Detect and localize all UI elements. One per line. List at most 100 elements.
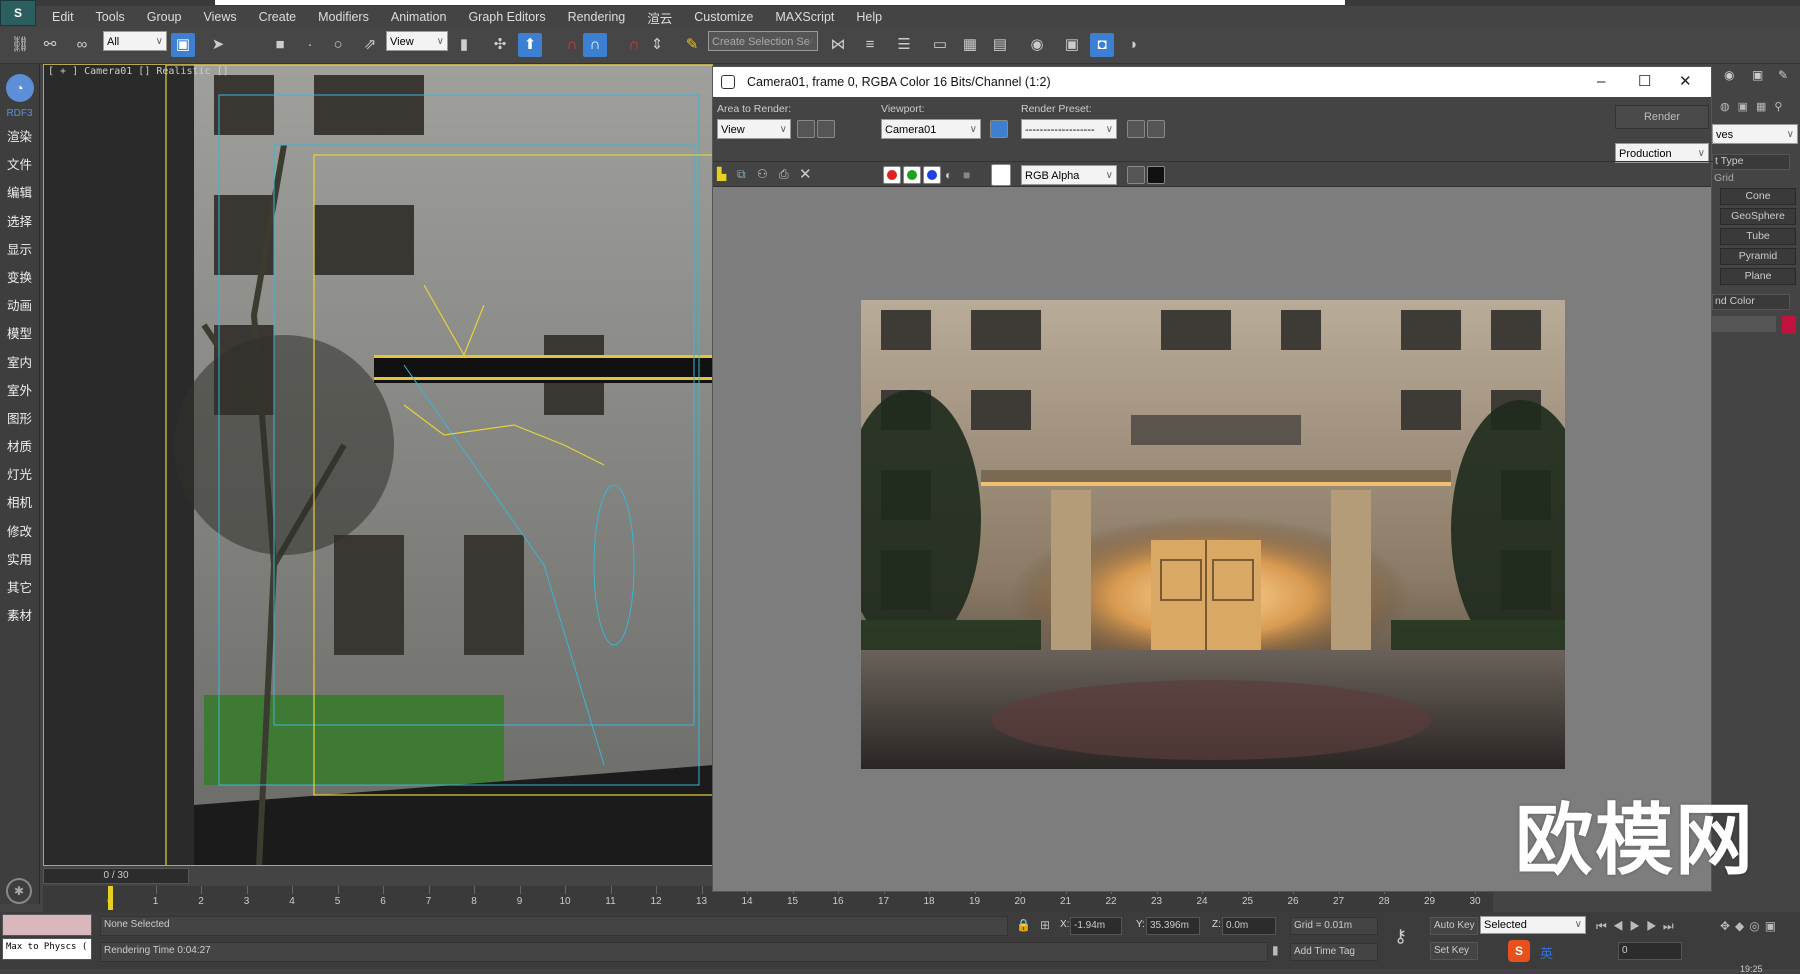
current-frame-field[interactable]: 0 <box>1618 942 1682 960</box>
monochrome-icon[interactable]: ■ <box>963 168 970 182</box>
add-time-tag-button[interactable]: Add Time Tag <box>1290 943 1378 961</box>
menu-group[interactable]: Group <box>147 10 182 24</box>
toggle-ribbon-icon[interactable]: ▭ <box>928 33 952 57</box>
plugin-logo-icon[interactable]: ◔ <box>5 74 34 102</box>
edit-region-icon[interactable] <box>797 120 815 138</box>
select-by-name-icon[interactable]: ➤ <box>206 33 230 57</box>
edit-named-selection-icon[interactable]: ✎ <box>680 33 704 57</box>
spinner-snap-icon[interactable]: ⇕ <box>645 33 669 57</box>
menu-customize[interactable]: Customize <box>694 10 753 24</box>
render-window-titlebar[interactable]: Camera01, frame 0, RGBA Color 16 Bits/Ch… <box>713 67 1711 97</box>
render-setup-icon[interactable] <box>1127 120 1145 138</box>
sidebar-item-animation[interactable]: 动画 <box>0 292 39 320</box>
link-icon[interactable]: ⛓ <box>8 33 32 57</box>
copy-image-icon[interactable]: ⧉ <box>737 167 746 182</box>
clone-window-icon[interactable]: ⚇ <box>757 167 768 181</box>
set-key-button[interactable]: Set Key <box>1430 942 1478 960</box>
area-to-render-dropdown[interactable]: View ∨ <box>717 119 791 139</box>
tools-panel-icon[interactable]: ✎ <box>1778 68 1788 82</box>
menu-rendering[interactable]: Rendering <box>568 10 626 24</box>
plane-button[interactable]: Plane <box>1720 268 1796 285</box>
camera-viewport[interactable] <box>43 64 713 866</box>
green-channel-toggle[interactable] <box>903 166 921 184</box>
sidebar-item-display[interactable]: 显示 <box>0 236 39 264</box>
current-frame-marker[interactable] <box>108 886 113 910</box>
material-editor-icon[interactable]: ◉ <box>1025 33 1049 57</box>
menu-animation[interactable]: Animation <box>391 10 447 24</box>
schematic-view-icon[interactable]: ▤ <box>988 33 1012 57</box>
layer-manager-icon[interactable]: ☰ <box>892 33 916 57</box>
autogrid-label[interactable]: Grid <box>1714 172 1734 184</box>
scale-icon[interactable]: ⇗ <box>358 33 382 57</box>
time-slider[interactable]: 0 / 30 <box>43 868 189 884</box>
pivot-icon[interactable]: ▮ <box>452 33 476 57</box>
playback-controls[interactable]: ⏮◀▶▶⏭ <box>1596 919 1680 934</box>
selection-filter-dropdown[interactable]: All ∨ <box>103 31 167 51</box>
maxscript-listener-input[interactable]: Max to Physcs ( <box>2 938 92 960</box>
percent-snap-icon[interactable]: ∩ <box>622 33 646 57</box>
channel-display-dropdown[interactable]: RGB Alpha ∨ <box>1021 165 1117 185</box>
sidebar-item-model[interactable]: 模型 <box>0 320 39 348</box>
object-category-dropdown[interactable]: ves ∨ <box>1712 124 1798 144</box>
menu-maxscript[interactable]: MAXScript <box>775 10 834 24</box>
red-channel-toggle[interactable] <box>883 166 901 184</box>
curve-editor-icon[interactable]: ▦ <box>958 33 982 57</box>
sidebar-item-lights[interactable]: 灯光 <box>0 461 39 489</box>
auto-key-button[interactable]: Auto Key <box>1430 917 1478 935</box>
object-name-field[interactable] <box>1712 316 1776 332</box>
sidebar-item-edit[interactable]: 编辑 <box>0 179 39 207</box>
snap-toggle-icon[interactable]: ∩ <box>560 33 584 57</box>
object-color-swatch[interactable] <box>1782 316 1796 334</box>
menu-graph-editors[interactable]: Graph Editors <box>468 10 545 24</box>
render-setup-icon[interactable]: ▣ <box>1060 33 1084 57</box>
tube-button[interactable]: Tube <box>1720 228 1796 245</box>
toggle-ui-icon[interactable] <box>1147 166 1165 184</box>
lock-viewport-icon[interactable] <box>990 120 1008 138</box>
align-icon[interactable]: ≡ <box>858 33 882 57</box>
minimize-button[interactable]: – <box>1597 67 1605 97</box>
ime-sogou-icon[interactable]: S <box>1508 940 1530 962</box>
viewport-dropdown[interactable]: Camera01 ∨ <box>881 119 981 139</box>
print-icon[interactable]: ⎙ <box>779 167 789 182</box>
save-image-icon[interactable]: ▙ <box>717 167 726 181</box>
menu-help[interactable]: Help <box>856 10 882 24</box>
menu-views[interactable]: Views <box>203 10 236 24</box>
move-icon[interactable]: · <box>298 33 322 57</box>
keyboard-shortcut-icon[interactable]: ⬆ <box>518 33 542 57</box>
reference-coordinate-dropdown[interactable]: View ∨ <box>386 31 448 51</box>
bind-spacewarp-icon[interactable]: ∞ <box>70 33 94 57</box>
blue-channel-toggle[interactable] <box>923 166 941 184</box>
rendered-frame-window-icon[interactable]: ◘ <box>1090 33 1114 57</box>
ime-english-icon[interactable]: 英 <box>1540 943 1553 962</box>
alpha-toggle-icon[interactable]: ◐ <box>945 168 952 182</box>
render-preset-dropdown[interactable]: ------------------- ∨ <box>1021 119 1117 139</box>
z-coordinate-field[interactable]: 0.0m <box>1222 917 1276 935</box>
sidebar-item-select[interactable]: 选择 <box>0 208 39 236</box>
sidebar-item-file[interactable]: 文件 <box>0 151 39 179</box>
pyramid-button[interactable]: Pyramid <box>1720 248 1796 265</box>
sidebar-item-camera[interactable]: 相机 <box>0 489 39 517</box>
key-icon[interactable]: ⚷ <box>1394 926 1407 947</box>
close-button[interactable]: ✕ <box>1679 67 1692 97</box>
sidebar-item-other[interactable]: 其它 <box>0 574 39 602</box>
x-coordinate-field[interactable]: -1.94m <box>1070 917 1122 935</box>
mirror-icon[interactable]: ⋈ <box>826 33 850 57</box>
menu-xuanyun[interactable]: 渲云 <box>647 8 672 27</box>
menu-edit[interactable]: Edit <box>52 10 74 24</box>
sidebar-item-modify[interactable]: 修改 <box>0 518 39 546</box>
settings-gear-icon[interactable]: ✱ <box>6 878 32 904</box>
select-region-icon[interactable]: ■ <box>268 33 292 57</box>
clear-icon[interactable]: ✕ <box>799 165 812 183</box>
name-and-color-rollout[interactable]: nd Color <box>1712 294 1790 310</box>
toggle-ui-overlay-icon[interactable] <box>1127 166 1145 184</box>
rotate-icon[interactable]: ○ <box>326 33 350 57</box>
utilities-panel-icon[interactable]: ▣ <box>1752 68 1763 82</box>
viewport-nav-icons[interactable]: ✥◆◎▣ <box>1720 919 1781 933</box>
sidebar-item-render[interactable]: 渲染 <box>0 123 39 151</box>
sidebar-item-material[interactable]: 材质 <box>0 433 39 461</box>
object-type-rollout[interactable]: t Type <box>1712 154 1790 170</box>
sidebar-item-assets[interactable]: 素材 <box>0 602 39 630</box>
render-production-icon[interactable]: ◗ <box>1122 33 1146 57</box>
color-swatch[interactable] <box>991 164 1011 186</box>
menu-create[interactable]: Create <box>259 10 297 24</box>
